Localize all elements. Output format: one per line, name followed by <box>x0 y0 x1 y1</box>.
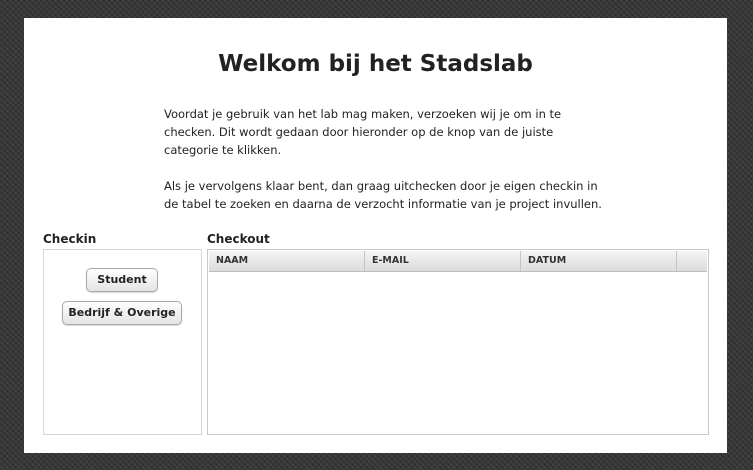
checkout-heading: Checkout <box>207 232 270 246</box>
checkout-table: NAAM E-MAIL DATUM <box>207 249 709 435</box>
column-header-email[interactable]: E-MAIL <box>365 251 521 271</box>
column-header-extra <box>677 251 707 271</box>
intro-paragraph-1: Voordat je gebruik van het lab mag maken… <box>164 107 562 157</box>
page-title: Welkom bij het Stadslab <box>218 51 533 77</box>
column-header-naam[interactable]: NAAM <box>209 251 365 271</box>
checkin-panel: Student Bedrijf & Overige <box>43 249 202 435</box>
column-header-datum[interactable]: DATUM <box>521 251 677 271</box>
intro-paragraph-2: Als je vervolgens klaar bent, dan graag … <box>164 179 602 211</box>
student-button[interactable]: Student <box>86 268 158 292</box>
intro-text: Voordat je gebruik van het lab mag maken… <box>164 105 604 231</box>
table-body[interactable] <box>209 272 707 433</box>
checkin-heading: Checkin <box>43 232 97 246</box>
bedrijf-overige-button[interactable]: Bedrijf & Overige <box>62 301 182 325</box>
main-panel: Welkom bij het Stadslab Voordat je gebru… <box>24 18 727 453</box>
table-header: NAAM E-MAIL DATUM <box>209 251 707 272</box>
